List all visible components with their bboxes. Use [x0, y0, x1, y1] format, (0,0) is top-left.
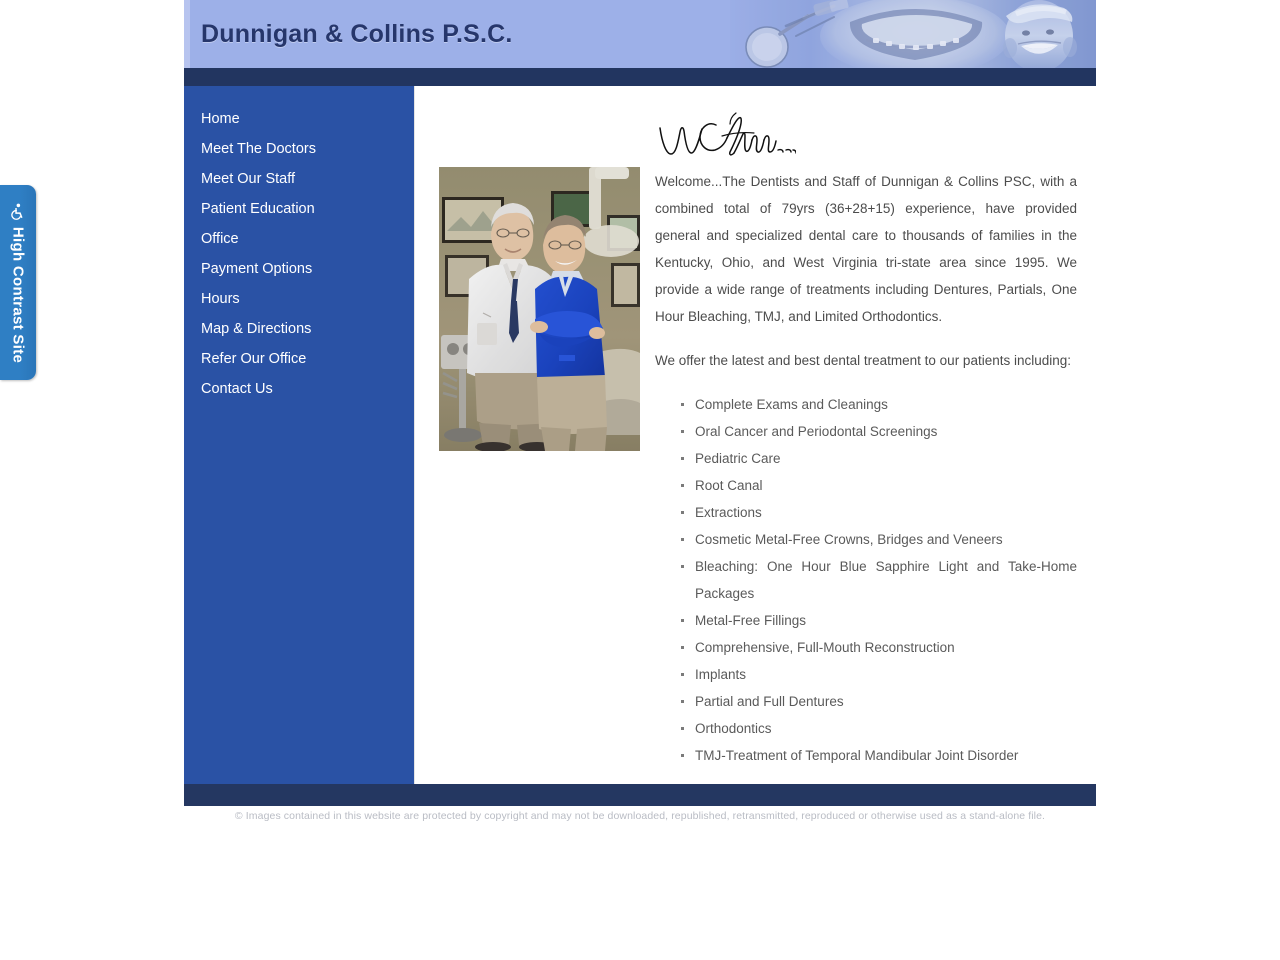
- sidebar-menu: Home Meet The Doctors Meet Our Staff Pat…: [184, 86, 414, 404]
- doctors-photo: [439, 167, 640, 451]
- header-banner-image: [730, 0, 1096, 68]
- list-item: Root Canal: [681, 472, 1077, 499]
- body-wrapper: Home Meet The Doctors Meet Our Staff Pat…: [184, 86, 1096, 784]
- sidebar-link-patient-education[interactable]: Patient Education: [184, 194, 414, 224]
- list-item: Complete Exams and Cleanings: [681, 391, 1077, 418]
- main-content: Welcome...The Dentists and Staff of Dunn…: [414, 86, 1096, 784]
- list-item: Implants: [681, 661, 1077, 688]
- sidebar-item-payment-options[interactable]: Payment Options: [184, 254, 414, 284]
- list-item: Partial and Full Dentures: [681, 688, 1077, 715]
- list-item: Comprehensive, Full-Mouth Reconstruction: [681, 634, 1077, 661]
- footer-navy-bar: [184, 784, 1096, 806]
- footer-copyright: © Images contained in this website are p…: [234, 810, 1046, 822]
- high-contrast-tab-content: High Contrast Site: [9, 202, 27, 363]
- sidebar-item-home[interactable]: Home: [184, 104, 414, 134]
- sidebar-item-meet-our-staff[interactable]: Meet Our Staff: [184, 164, 414, 194]
- sidebar-navigation: Home Meet The Doctors Meet Our Staff Pat…: [184, 86, 414, 784]
- sidebar-link-office[interactable]: Office: [184, 224, 414, 254]
- high-contrast-site-tab[interactable]: High Contrast Site: [0, 185, 36, 380]
- sidebar-link-meet-the-doctors[interactable]: Meet The Doctors: [184, 134, 414, 164]
- welcome-article: Welcome...The Dentists and Staff of Dunn…: [655, 168, 1077, 769]
- page-root: High Contrast Site Dunnigan & Collins P.…: [0, 0, 1280, 960]
- header-navy-divider: [184, 68, 1096, 86]
- sidebar-item-hours[interactable]: Hours: [184, 284, 414, 314]
- list-item: Metal-Free Fillings: [681, 607, 1077, 634]
- list-item: Orthodontics: [681, 715, 1077, 742]
- sidebar-item-patient-education[interactable]: Patient Education: [184, 194, 414, 224]
- wheelchair-icon: [10, 202, 27, 220]
- sidebar-link-map-and-directions[interactable]: Map & Directions: [184, 314, 414, 344]
- high-contrast-tab-label: High Contrast Site: [9, 226, 27, 363]
- list-item: Pediatric Care: [681, 445, 1077, 472]
- sidebar-link-hours[interactable]: Hours: [184, 284, 414, 314]
- sidebar-link-refer-our-office[interactable]: Refer Our Office: [184, 344, 414, 374]
- sidebar-link-meet-our-staff[interactable]: Meet Our Staff: [184, 164, 414, 194]
- sidebar-link-contact-us[interactable]: Contact Us: [184, 374, 414, 404]
- list-item: Cosmetic Metal-Free Crowns, Bridges and …: [681, 526, 1077, 553]
- services-list: Complete Exams and Cleanings Oral Cancer…: [655, 391, 1077, 769]
- list-item: TMJ-Treatment of Temporal Mandibular Joi…: [681, 742, 1077, 769]
- sidebar-item-meet-the-doctors[interactable]: Meet The Doctors: [184, 134, 414, 164]
- list-item: Extractions: [681, 499, 1077, 526]
- site-header: Dunnigan & Collins P.S.C.: [184, 0, 1096, 68]
- list-item: Bleaching: One Hour Blue Sapphire Light …: [681, 553, 1077, 607]
- sidebar-item-office[interactable]: Office: [184, 224, 414, 254]
- sidebar-link-home[interactable]: Home: [184, 104, 414, 134]
- sidebar-item-map-and-directions[interactable]: Map & Directions: [184, 314, 414, 344]
- list-item: Oral Cancer and Periodontal Screenings: [681, 418, 1077, 445]
- sidebar-link-payment-options[interactable]: Payment Options: [184, 254, 414, 284]
- sidebar-item-contact-us[interactable]: Contact Us: [184, 374, 414, 404]
- intro-paragraph: Welcome...The Dentists and Staff of Dunn…: [655, 174, 1077, 324]
- header-left-accent-strip: [184, 0, 190, 68]
- site-container: Dunnigan & Collins P.S.C. Home Meet The …: [184, 0, 1096, 828]
- welcome-script-heading: [656, 112, 796, 164]
- sidebar-item-refer-our-office[interactable]: Refer Our Office: [184, 344, 414, 374]
- page-title: Dunnigan & Collins P.S.C.: [201, 20, 513, 48]
- services-intro-paragraph: We offer the latest and best dental trea…: [655, 353, 1072, 368]
